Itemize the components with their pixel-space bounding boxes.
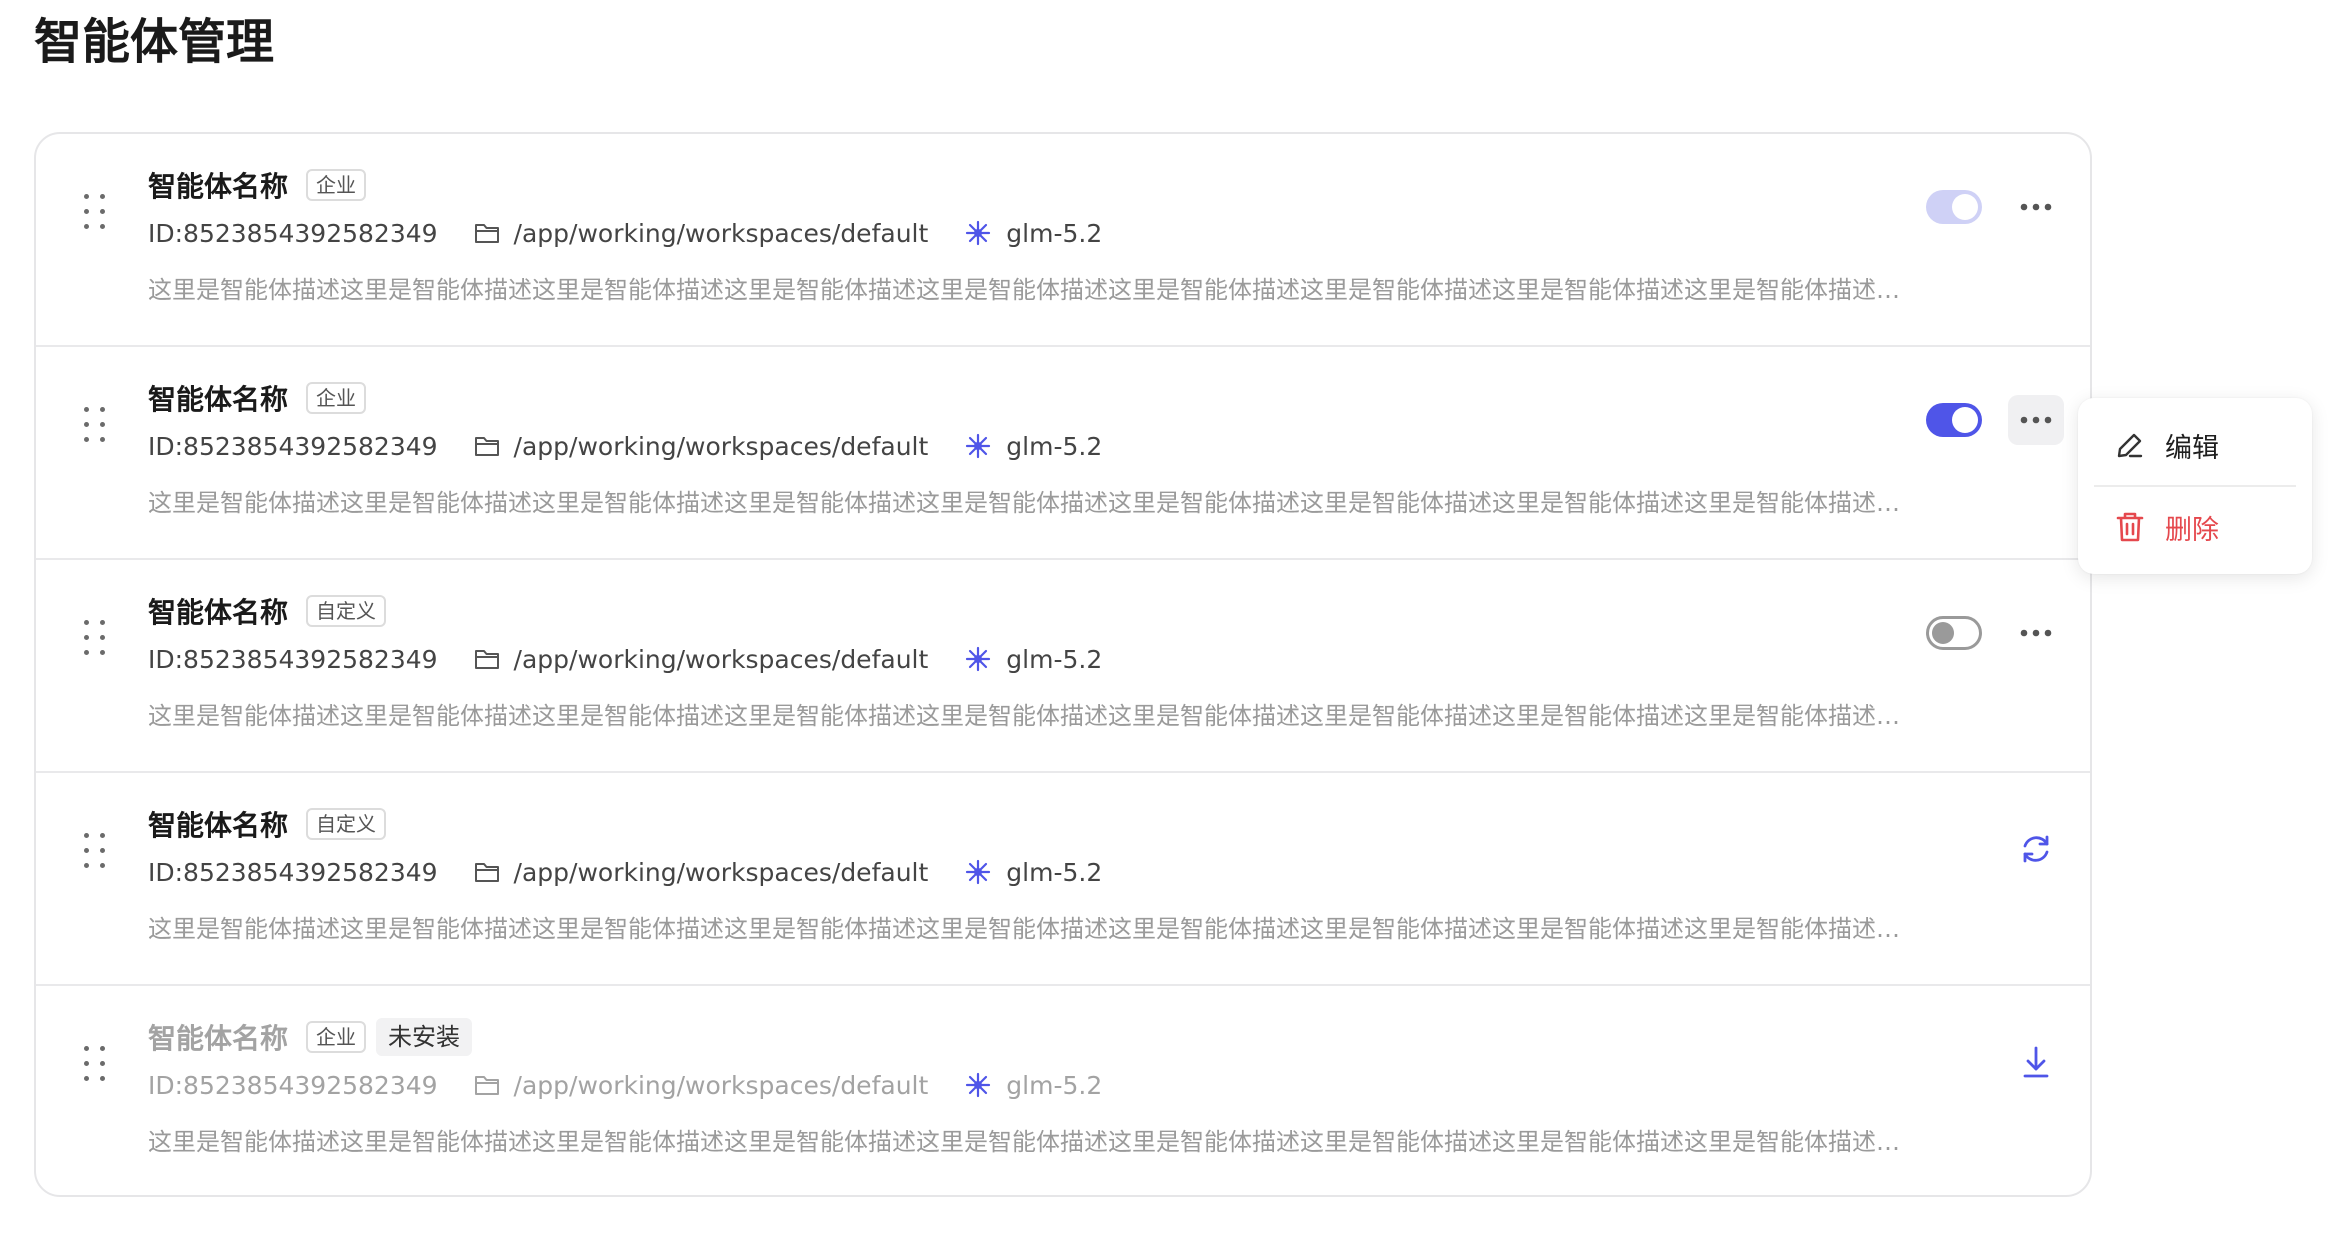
agent-type-tag: 企业 [306,382,367,414]
agent-meta: ID:8523854392582349 /app/working/workspa… [148,1066,1102,1104]
delete-menu-item[interactable]: 删除 [2078,488,2312,566]
agent-model: glm-5.2 [1006,644,1103,674]
delete-label: 删除 [2165,514,2219,546]
more-button[interactable] [2008,608,2064,658]
pencil-icon [2117,433,2143,458]
agent-meta: ID:8523854392582349 /app/working/workspa… [148,214,1102,252]
agent-description: 这里是智能体描述这里是智能体描述这里是智能体描述这里是智能体描述这里是智能体描述… [148,915,1918,943]
folder-icon [474,650,499,669]
agent-path: /app/working/workspaces/default [513,431,929,461]
not-installed-tag: 未安装 [376,1018,473,1056]
folder-icon [474,224,499,243]
more-button[interactable] [2008,395,2064,445]
agent-meta: ID:8523854392582349 /app/working/workspa… [148,640,1102,678]
model-sparkle-icon [966,433,991,459]
folder-icon [474,863,499,882]
agent-type-tag: 自定义 [306,808,387,840]
trash-icon [2116,512,2144,542]
menu-divider [2094,485,2296,487]
agent-type-tag: 企业 [306,169,367,201]
enable-toggle[interactable] [1926,190,1982,224]
agent-path: /app/working/workspaces/default [513,857,929,887]
drag-handle-icon[interactable] [84,620,108,658]
agent-name: 智能体名称 [148,383,289,416]
agent-row: 智能体名称 企业 ID:8523854392582349 /app/workin… [36,347,2090,560]
folder-icon [474,1076,499,1095]
agent-row: 智能体名称 企业 未安装 ID:8523854392582349 /app/wo… [36,986,2090,1195]
more-horizontal-icon [2020,629,2052,637]
row-actions-menu: 编辑 删除 [2078,398,2312,574]
more-button[interactable] [2008,182,2064,232]
agent-type-tag: 自定义 [306,595,387,627]
agent-path: /app/working/workspaces/default [513,644,929,674]
agent-name: 智能体名称 [148,170,289,203]
agent-id: ID:8523854392582349 [148,644,438,674]
agent-name-line: 智能体名称 自定义 [148,803,387,845]
agent-id: ID:8523854392582349 [148,857,438,887]
agent-name-line: 智能体名称 企业 [148,377,367,419]
enable-toggle[interactable] [1926,403,1982,437]
agent-description: 这里是智能体描述这里是智能体描述这里是智能体描述这里是智能体描述这里是智能体描述… [148,489,1918,517]
edit-label: 编辑 [2165,432,2219,464]
model-sparkle-icon [966,220,991,246]
drag-handle-icon[interactable] [84,1046,108,1084]
download-icon[interactable] [2018,1044,2054,1080]
agent-meta: ID:8523854392582349 /app/working/workspa… [148,853,1102,891]
drag-handle-icon[interactable] [84,407,108,445]
enable-toggle[interactable] [1926,616,1982,650]
drag-handle-icon[interactable] [84,833,108,871]
agent-name: 智能体名称 [148,1022,289,1055]
model-sparkle-icon [966,646,991,672]
agent-name: 智能体名称 [148,809,289,842]
refresh-icon[interactable] [2018,831,2054,867]
agent-description: 这里是智能体描述这里是智能体描述这里是智能体描述这里是智能体描述这里是智能体描述… [148,276,1918,304]
folder-icon [474,437,499,456]
edit-menu-item[interactable]: 编辑 [2078,406,2312,484]
agent-id: ID:8523854392582349 [148,1070,438,1100]
agent-meta: ID:8523854392582349 /app/working/workspa… [148,427,1102,465]
agent-description: 这里是智能体描述这里是智能体描述这里是智能体描述这里是智能体描述这里是智能体描述… [148,702,1918,730]
agent-type-tag: 企业 [306,1021,367,1053]
agent-description: 这里是智能体描述这里是智能体描述这里是智能体描述这里是智能体描述这里是智能体描述… [148,1128,1918,1156]
agent-row: 智能体名称 企业 ID:8523854392582349 /app/workin… [36,134,2090,347]
agent-row: 智能体名称 自定义 ID:8523854392582349 /app/worki… [36,560,2090,773]
agent-model: glm-5.2 [1006,218,1103,248]
agent-row: 智能体名称 自定义 ID:8523854392582349 /app/worki… [36,773,2090,986]
agent-model: glm-5.2 [1006,1070,1103,1100]
more-horizontal-icon [2020,203,2052,211]
agent-path: /app/working/workspaces/default [513,1070,929,1100]
agent-list: 智能体名称 企业 ID:8523854392582349 /app/workin… [34,132,2092,1197]
agent-id: ID:8523854392582349 [148,218,438,248]
drag-handle-icon[interactable] [84,194,108,232]
agent-path: /app/working/workspaces/default [513,218,929,248]
agent-name: 智能体名称 [148,596,289,629]
agent-name-line: 智能体名称 企业 未安装 [148,1016,473,1058]
agent-name-line: 智能体名称 企业 [148,164,367,206]
agent-model: glm-5.2 [1006,431,1103,461]
model-sparkle-icon [966,859,991,885]
agent-model: glm-5.2 [1006,857,1103,887]
page-title: 智能体管理 [34,14,275,70]
model-sparkle-icon [966,1072,991,1098]
agent-name-line: 智能体名称 自定义 [148,590,387,632]
more-horizontal-icon [2020,416,2052,424]
agent-id: ID:8523854392582349 [148,431,438,461]
